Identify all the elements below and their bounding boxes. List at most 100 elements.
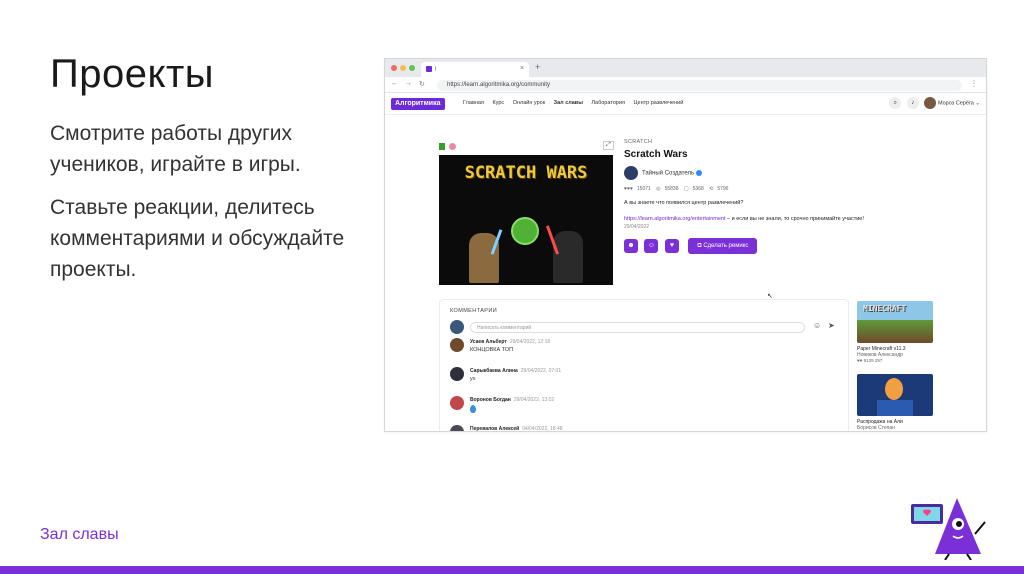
bottom-accent-bar	[0, 566, 1024, 574]
thumb-figure	[885, 378, 903, 400]
sith-sprite	[553, 231, 583, 283]
comment-date: 29/04/2022, 07:01	[520, 368, 562, 374]
project-description: А вы знаете что появился центр развлечен…	[624, 200, 744, 206]
site-logo[interactable]: Алгоритмика	[391, 98, 445, 110]
verified-icon	[696, 170, 703, 176]
comment-date: 29/04/2022, 12:18	[509, 339, 551, 345]
current-user-avatar	[450, 320, 464, 334]
project-date: 29/04/2022	[624, 224, 650, 230]
project-info: SCRATCH Scratch Wars Тайный Создатель ♥♥…	[624, 139, 874, 255]
user-name[interactable]: Мороз Серёга	[938, 100, 974, 106]
comment-item: Сарыкбаева Алина 29/04/2022, 07:01 ух	[450, 367, 838, 392]
project-stage[interactable]: SCRATCH WARS	[439, 155, 613, 285]
project-thumbnail[interactable]	[857, 374, 933, 416]
author-name[interactable]: Тайный Создатель	[642, 171, 694, 177]
thumb-podium	[877, 400, 913, 416]
slide: Проекты Смотрите работы других учеников,…	[0, 0, 1024, 574]
fullscreen-icon[interactable]: ⤢	[603, 141, 614, 150]
user-avatar[interactable]	[924, 97, 937, 109]
views-icon: ◎	[656, 186, 661, 192]
bell-icon[interactable]: ♪	[906, 97, 919, 109]
related-stats-values: 9129 257	[863, 358, 883, 363]
fire-reaction-icon[interactable]: ☻	[624, 238, 638, 253]
heart-reaction-icon[interactable]: ♥	[664, 238, 679, 253]
comment-item: Перевалов Алексей 04/04/2022, 18:48	[450, 425, 838, 432]
browser-tabbar: i × +	[385, 59, 986, 77]
send-icon[interactable]: ➤	[828, 321, 835, 330]
nav-right: ⌕ ♪ Мороз Серёга ⌄	[885, 97, 980, 109]
search-icon[interactable]: ⌕	[889, 97, 902, 109]
commenter-avatar[interactable]	[450, 338, 464, 352]
url-input[interactable]: https://learn.algoritmika.org/community	[437, 80, 962, 91]
tab-title: i	[435, 66, 437, 73]
back-icon[interactable]: ←	[391, 80, 398, 87]
address-bar: ← → ↻ https://learn.algoritmika.org/comm…	[385, 77, 986, 93]
remix-label: Сделать ремикс	[703, 242, 749, 249]
minimize-window-icon[interactable]	[400, 65, 406, 71]
new-tab-icon[interactable]: +	[535, 62, 540, 72]
entertainment-link[interactable]: https://learn.algoritmika.org/entertainm…	[624, 216, 726, 222]
comment-text: КОНЦОВКА ТОП	[470, 347, 514, 353]
commenter-avatar[interactable]	[450, 425, 464, 431]
comment-author[interactable]: Перевалов Алексей	[470, 426, 519, 431]
author-avatar[interactable]	[624, 166, 638, 180]
comment-date: 04/04/2022, 18:48	[522, 426, 563, 432]
maximize-window-icon[interactable]	[409, 65, 415, 71]
comments-panel: КОММЕНТАРИИ Написать комментарий ☺ ➤ Уса…	[439, 299, 849, 432]
comment-author[interactable]: Воронов Богдан	[470, 397, 511, 403]
browser-menu-icon[interactable]: ⋮	[970, 79, 978, 88]
comment-item: Воронов Богдан 29/04/2022, 13:02	[450, 396, 838, 421]
comment-input[interactable]: Написать комментарий	[470, 322, 805, 333]
comment-item: Усаев Альберт 29/04/2022, 12:18 КОНЦОВКА …	[450, 338, 838, 363]
project-thumbnail[interactable]: MINECRAFT	[857, 301, 933, 343]
green-flag-icon[interactable]	[439, 143, 445, 150]
reload-icon[interactable]: ↻	[419, 80, 425, 88]
project-title: Scratch Wars	[624, 149, 688, 160]
related-projects: MINECRAFT Paper Minecraft v11.3 Новиков …	[857, 301, 933, 431]
project-card: ⤢ SCRATCH WARS SCRATCH Scratch Wars Тайн…	[439, 139, 869, 289]
remix-button[interactable]: ⧉ Сделать ремикс	[688, 237, 758, 254]
play-flag-button[interactable]	[511, 217, 539, 245]
related-author[interactable]: Борисов Степан	[857, 425, 933, 431]
site-menu: Главная Курс Онлайн урок Зал славы Лабор…	[463, 100, 690, 106]
comment-input-row: Написать комментарий ☺ ➤	[450, 320, 838, 334]
comments-title: КОММЕНТАРИИ	[450, 308, 498, 314]
menu-item-course[interactable]: Курс	[492, 100, 504, 106]
slide-title: Проекты	[50, 52, 215, 96]
close-window-icon[interactable]	[391, 65, 397, 71]
emoji-icon[interactable]: ☺	[813, 321, 821, 330]
mascot-illustration	[911, 498, 986, 560]
menu-item-home[interactable]: Главная	[463, 100, 484, 106]
stage-title: SCRATCH WARS	[464, 163, 588, 183]
comment-author[interactable]: Сарыкбаева Алина	[470, 368, 518, 374]
menu-item-hall-of-fame[interactable]: Зал славы	[554, 100, 583, 106]
player-controls	[439, 143, 456, 152]
comment-date: 29/04/2022, 13:02	[513, 397, 555, 403]
footer-label: Зал славы	[40, 526, 119, 543]
comment-reaction	[470, 405, 476, 415]
comments-icon: ▢	[683, 186, 689, 192]
chevron-down-icon[interactable]: ⌄	[975, 100, 980, 106]
commenter-avatar[interactable]	[450, 396, 464, 410]
stop-icon[interactable]	[449, 143, 456, 150]
forward-icon[interactable]: →	[405, 80, 412, 87]
reactions-paragraph: Ставьте реакции, делитесь комментариями …	[50, 196, 345, 281]
comment-meta: Воронов Богдан 29/04/2022, 13:02	[470, 397, 554, 403]
menu-item-laboratory[interactable]: Лаборатория	[591, 100, 625, 106]
thumb-title: MINECRAFT	[863, 304, 907, 313]
project-kicker: SCRATCH	[624, 139, 653, 145]
commenter-avatar[interactable]	[450, 367, 464, 381]
project-stats: ♥♥♥ 15071 ◎ 55838 ▢ 5368 ⟲ 5796	[624, 186, 874, 192]
menu-item-entertainment[interactable]: Центр развлечений	[633, 100, 683, 106]
browser-window: i × + ← → ↻ https://learn.algoritmika.or…	[384, 58, 987, 432]
close-tab-icon[interactable]: ×	[520, 65, 524, 72]
like-reaction-icon[interactable]: ☺	[644, 238, 659, 253]
comment-author[interactable]: Усаев Альберт	[470, 339, 507, 345]
reactions-icon: ♥♥♥	[624, 186, 633, 192]
comment-meta: Сарыкбаева Алина 29/04/2022, 07:01	[470, 368, 561, 374]
browser-tab[interactable]: i ×	[421, 62, 529, 77]
link-suffix: – и если вы не знали, то срочно принимай…	[725, 216, 864, 222]
comment-text: ух	[470, 376, 476, 382]
project-author[interactable]: Тайный Создатель	[624, 166, 874, 180]
menu-item-online-lesson[interactable]: Онлайн урок	[513, 100, 545, 106]
